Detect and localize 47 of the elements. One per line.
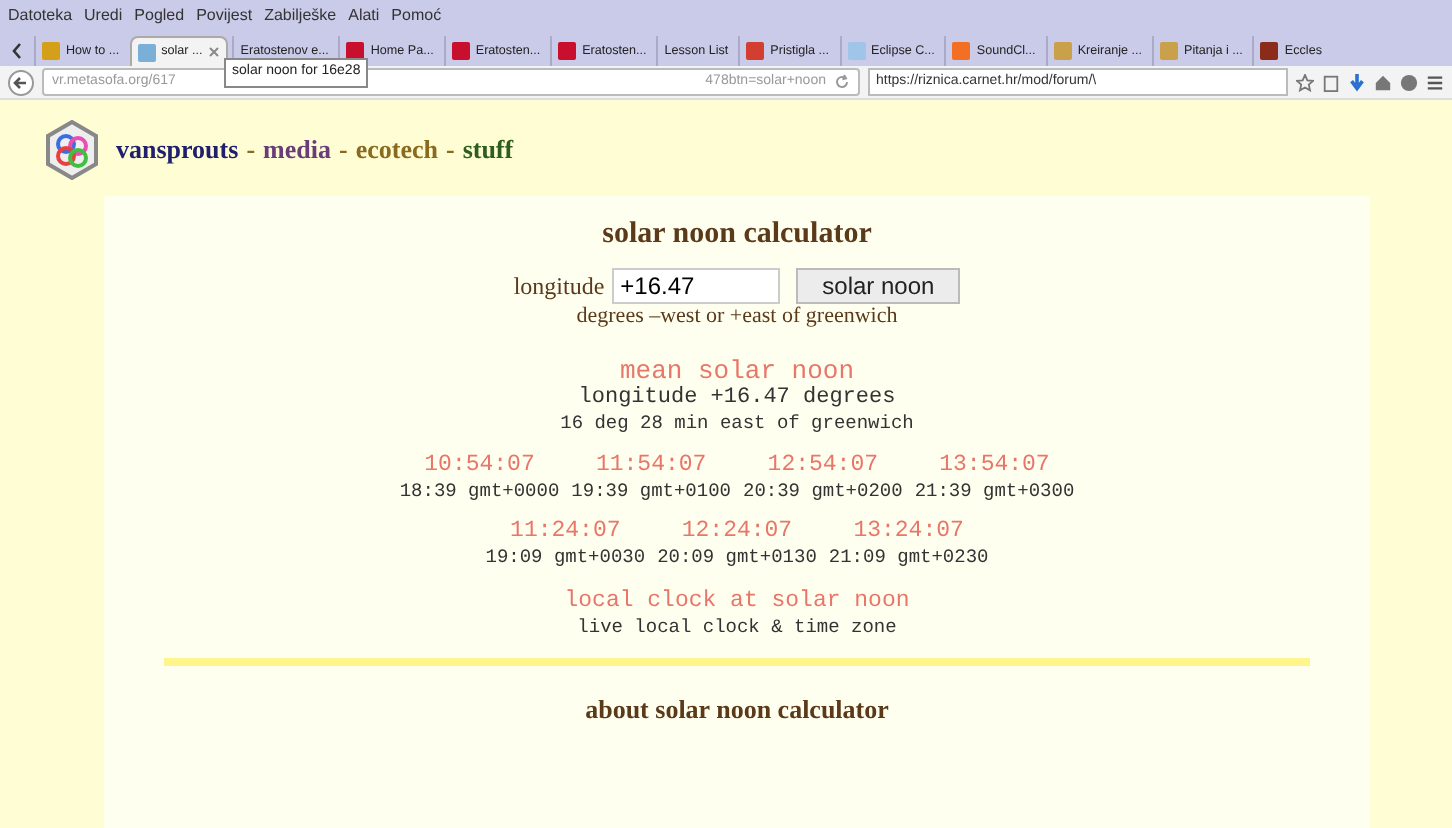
menu-item[interactable]: Zabilješke [264,4,337,32]
menu-item[interactable]: Datoteka [8,4,73,32]
gmt-time: 18:39 gmt+0000 [399,479,560,502]
menu-icon[interactable] [1426,73,1444,91]
gmt-time: 19:39 gmt+0100 [571,479,731,502]
longitude-input[interactable]: +16.47 [612,268,781,305]
home-icon[interactable] [1374,73,1392,91]
gmt-time: 20:09 gmt+0130 [657,545,817,569]
page-title: solar noon calculator [600,216,874,252]
menu-item[interactable]: Pogled [134,4,185,32]
separator: - [338,134,348,165]
local-time: 11:54:07 [593,451,709,480]
local-time: 10:54:07 [422,451,537,480]
separator: - [246,134,256,165]
site-link[interactable]: vansprouts [116,134,239,165]
result-line: longitude +16.47 degrees [576,386,898,413]
subline-text: live local clock & time zone [575,615,899,639]
result-line: 16 deg 28 min east of greenwich [558,412,916,436]
logo-icon[interactable] [44,120,100,180]
menu-item[interactable]: Uredi [84,4,123,32]
gmt-time: 21:09 gmt+0230 [828,545,989,569]
site-link[interactable]: media [263,134,331,165]
local-time: 11:24:07 [508,517,623,546]
result-heading: mean solar noon [617,355,857,386]
local-time: 12:54:07 [765,451,881,480]
hint-text: degrees –west or +east of greenwich [574,304,900,332]
close-icon[interactable] [208,46,221,58]
menu-item[interactable]: Povijest [196,4,253,32]
star-icon[interactable] [1296,73,1314,91]
local-time: 13:24:07 [851,517,966,546]
field-label: longitude [513,272,605,301]
site-link[interactable]: stuff [462,134,514,165]
gmt-time: 20:39 gmt+0200 [743,479,903,502]
menu-item[interactable]: Alati [348,4,380,32]
reload-icon[interactable] [834,74,850,90]
local-time: 13:54:07 [937,451,1052,480]
download-icon[interactable] [1348,73,1366,91]
back-icon[interactable] [8,69,34,95]
gmt-time: 21:39 gmt+0300 [914,479,1075,502]
separator: - [445,134,455,165]
gmt-time: 19:09 gmt+0030 [485,545,646,569]
about-heading: about solar noon calculator [583,694,891,726]
solar-noon-button[interactable]: solar noon [796,268,961,305]
local-time: 12:24:07 [679,517,795,546]
menu-item[interactable]: Pomoć [391,4,442,32]
chevron-left-icon[interactable] [10,42,24,60]
site-link[interactable]: ecotech [355,134,438,165]
